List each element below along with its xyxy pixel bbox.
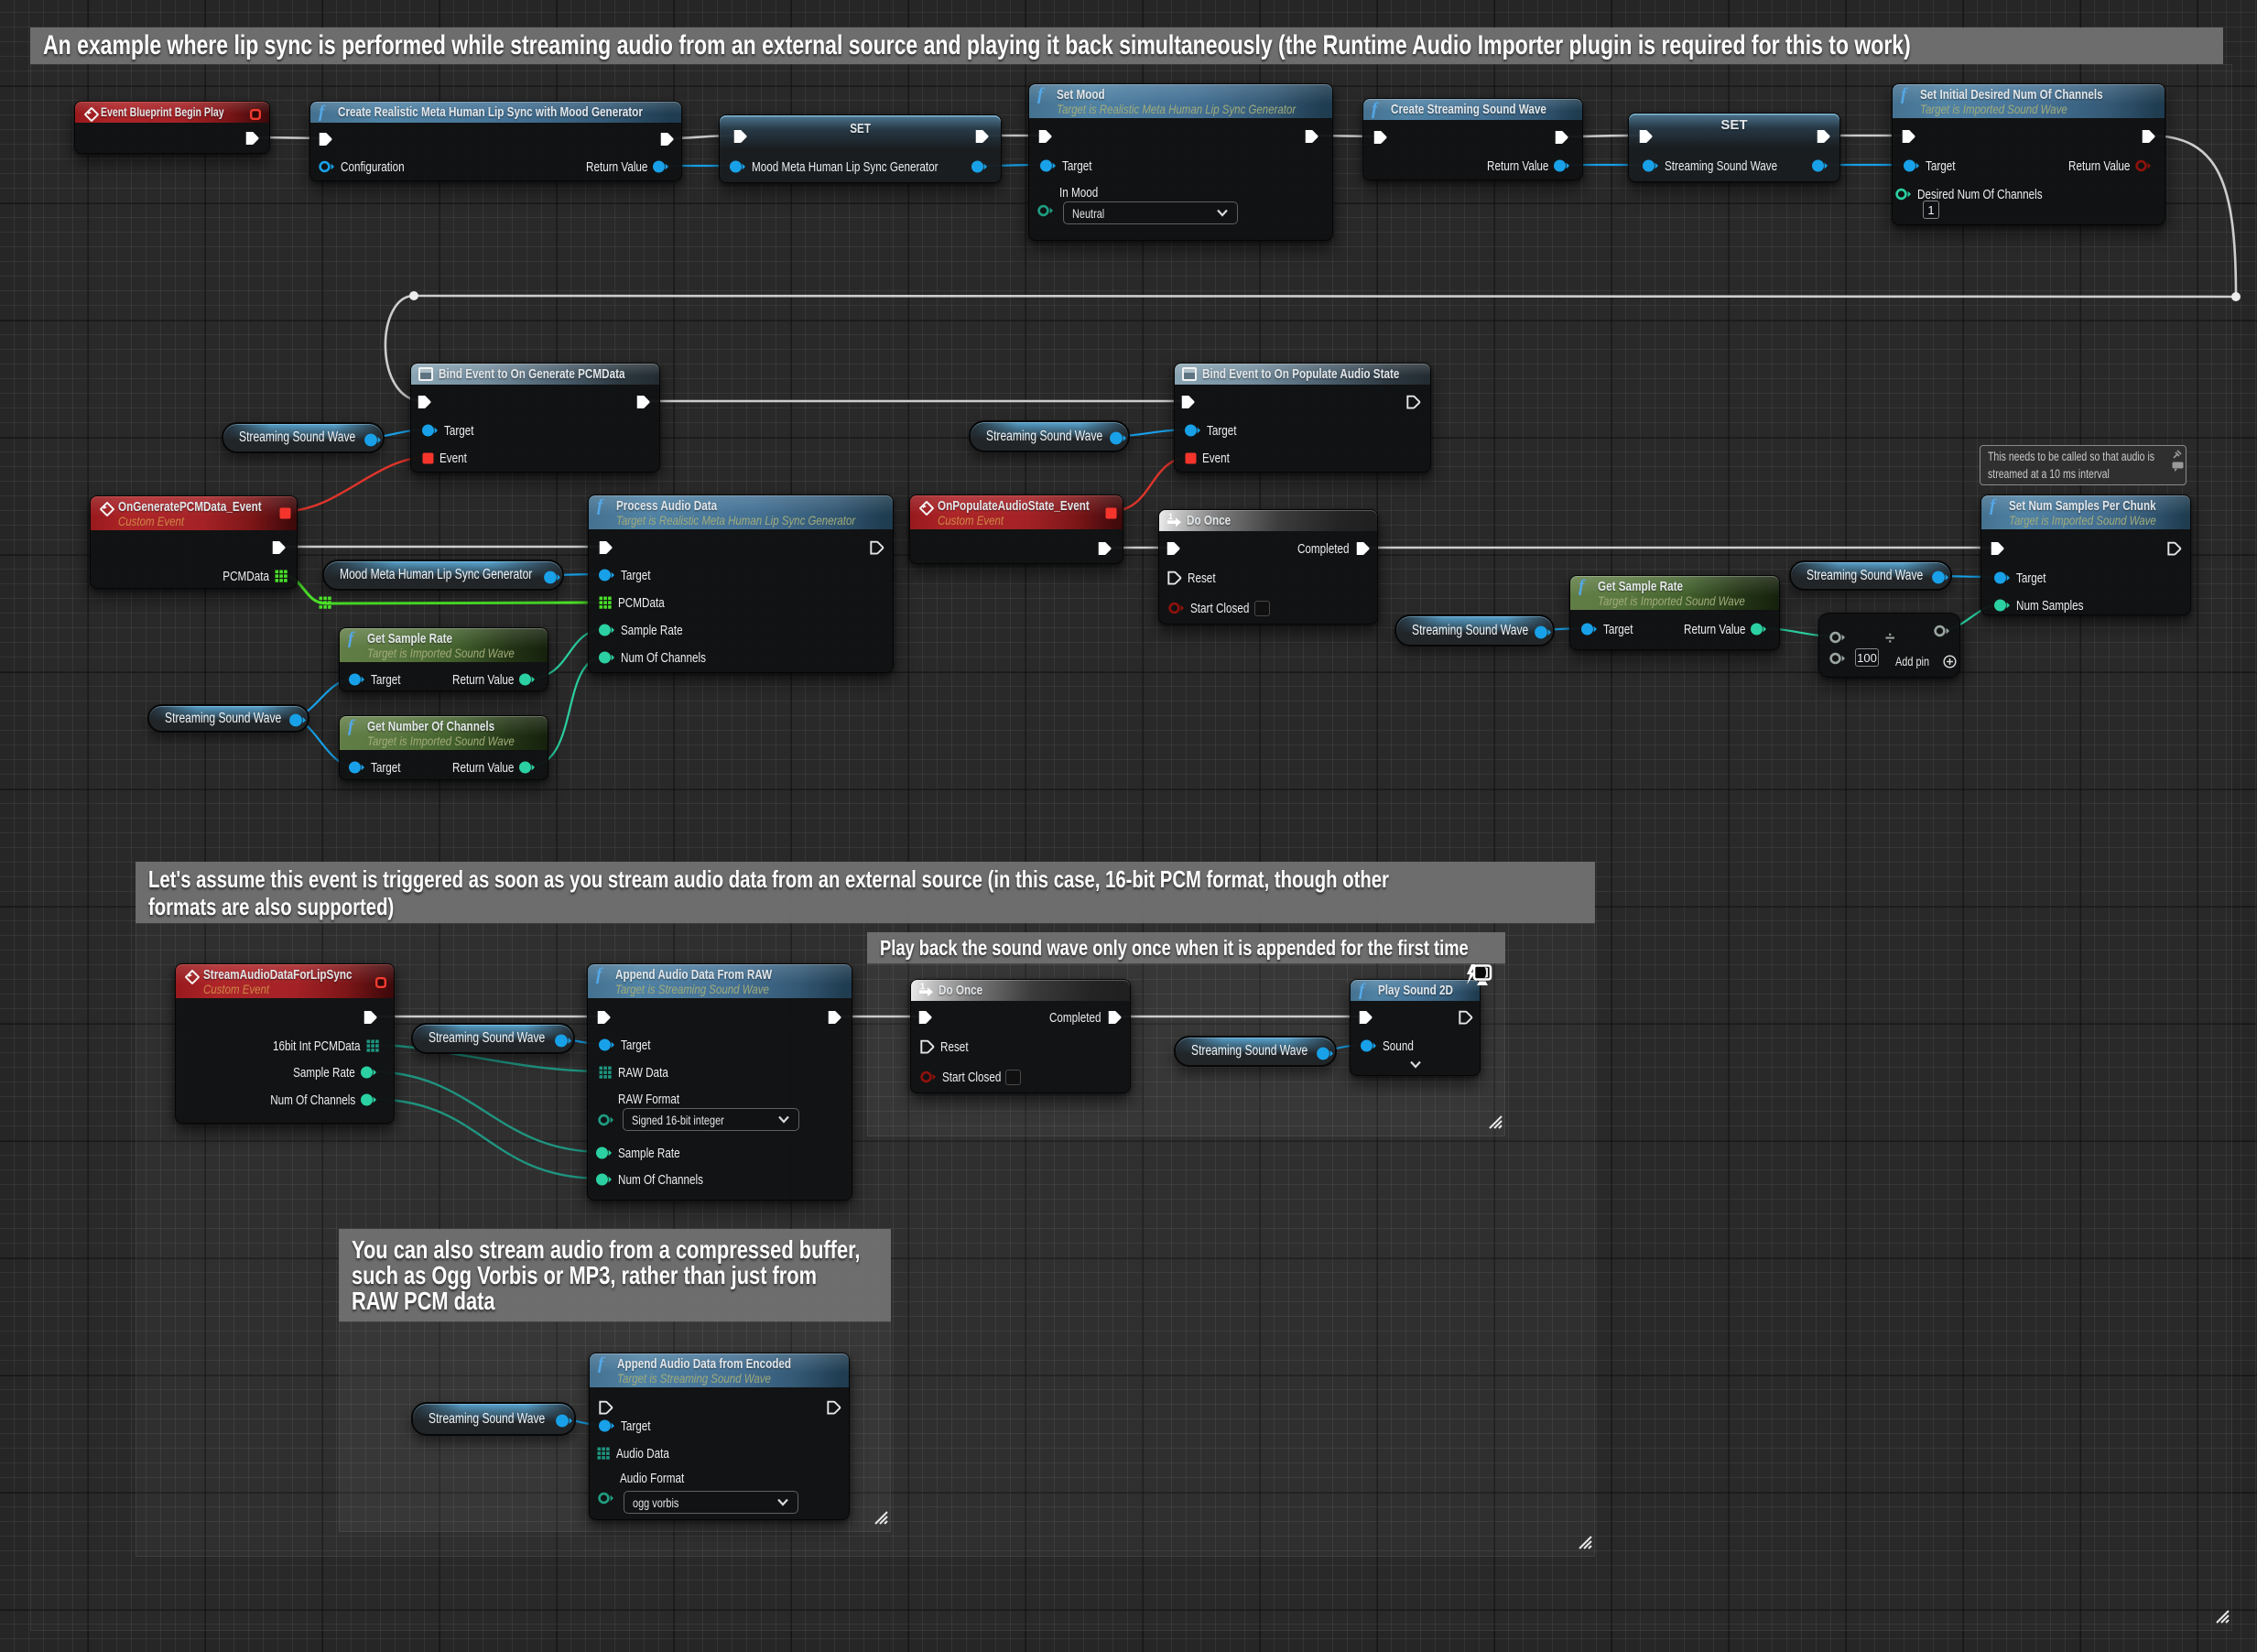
svg-text:1: 1 [920,982,925,991]
svg-text:1: 1 [1168,512,1173,521]
